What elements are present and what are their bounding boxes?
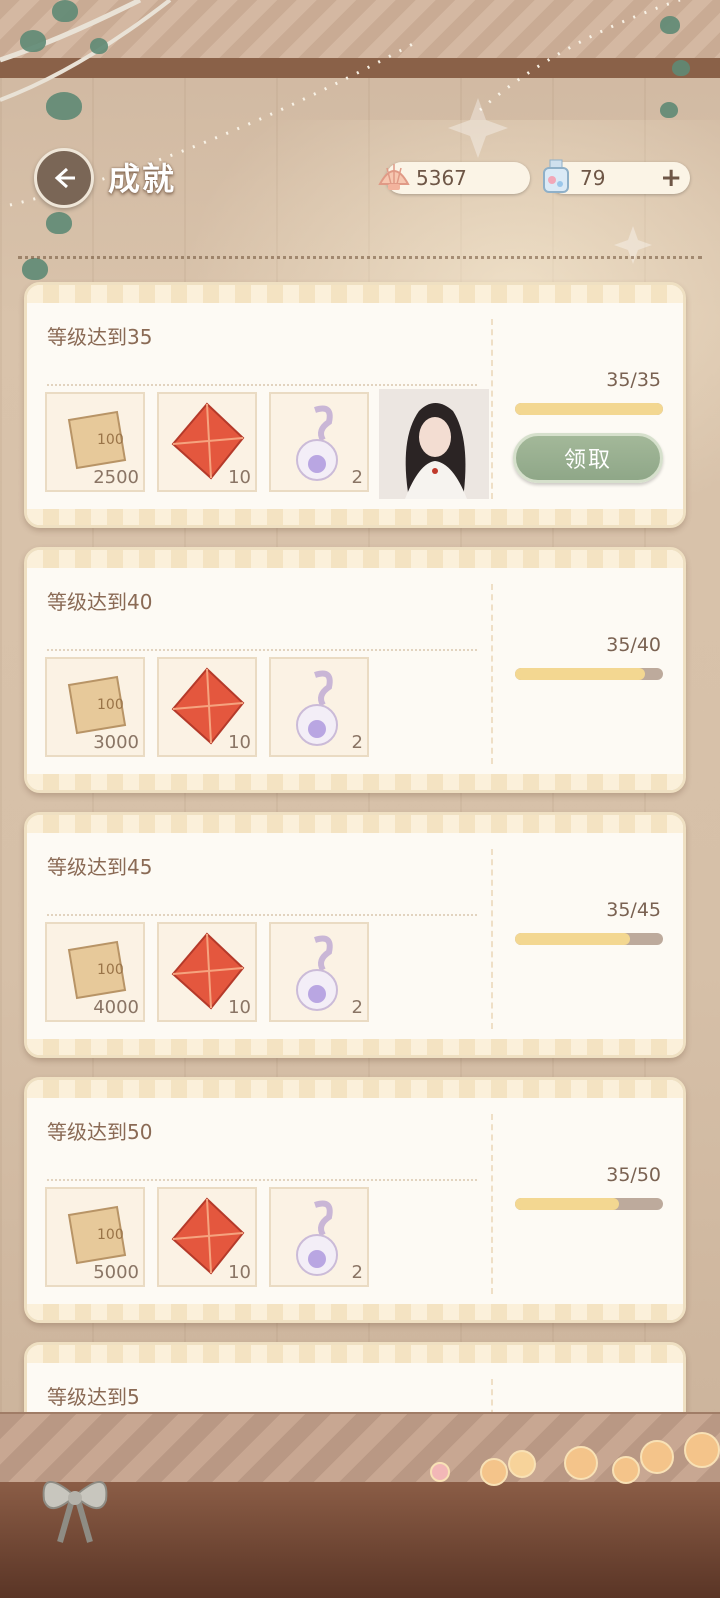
leaf-icon xyxy=(672,60,690,76)
svg-text:100: 100 xyxy=(97,432,124,448)
progress-text: 35/35 xyxy=(606,369,661,391)
leaf-icon xyxy=(90,38,108,54)
reward-pearl[interactable]: 2 xyxy=(269,1187,369,1287)
flower-icon xyxy=(640,1440,674,1474)
leaf-icon xyxy=(46,92,82,120)
reward-ticket[interactable]: 100 5000 xyxy=(45,1187,145,1287)
svg-text:100: 100 xyxy=(97,962,124,978)
card-lace xyxy=(27,1080,683,1098)
card-lace xyxy=(27,1304,683,1320)
reward-crystal[interactable]: 10 xyxy=(157,1187,257,1287)
reward-quantity: 2 xyxy=(351,997,363,1018)
achievement-card: 等级达到45 100 4000 10 2 35/45 xyxy=(24,812,686,1058)
reward-quantity: 2 xyxy=(351,1262,363,1283)
card-lace xyxy=(27,509,683,525)
achievement-title: 等级达到45 xyxy=(47,855,153,879)
card-divider xyxy=(47,384,477,386)
shell-icon xyxy=(378,164,410,190)
leaf-icon xyxy=(52,0,78,22)
card-separator xyxy=(491,584,493,764)
reward-ticket[interactable]: 100 2500 xyxy=(45,392,145,492)
reward-quantity: 5000 xyxy=(93,1262,139,1283)
reward-pearl[interactable]: 2 xyxy=(269,657,369,757)
svg-text:100: 100 xyxy=(97,1227,124,1243)
reward-quantity: 10 xyxy=(228,1262,251,1283)
bottle-count: 79 xyxy=(580,166,606,190)
achievement-title: 等级达到5 xyxy=(47,1385,140,1409)
reward-quantity: 10 xyxy=(228,997,251,1018)
leaf-icon xyxy=(20,30,46,52)
back-button[interactable] xyxy=(34,148,94,208)
vine-decoration xyxy=(0,0,681,264)
flower-icon xyxy=(430,1462,450,1482)
reward-quantity: 10 xyxy=(228,732,251,753)
reward-quantity: 10 xyxy=(228,467,251,488)
progress-text: 35/50 xyxy=(606,1164,661,1186)
flower-icon xyxy=(508,1450,536,1478)
reward-crystal[interactable]: 10 xyxy=(157,922,257,1022)
progress-bar xyxy=(515,668,663,680)
progress-bar xyxy=(515,933,663,945)
character-icon xyxy=(379,389,489,499)
header-divider xyxy=(18,256,702,259)
card-separator xyxy=(491,319,493,499)
flower-icon xyxy=(684,1432,720,1468)
shell-count: 5367 xyxy=(416,166,467,190)
progress-text: 35/40 xyxy=(606,634,661,656)
card-divider xyxy=(47,914,477,916)
flower-icon xyxy=(480,1458,508,1486)
progress-text: 35/45 xyxy=(606,899,661,921)
currency-shell: 5367 xyxy=(378,162,530,194)
progress-fill xyxy=(515,1198,619,1210)
achievement-card: 等级达到50 100 5000 10 2 35/50 xyxy=(24,1077,686,1323)
card-divider xyxy=(47,1179,477,1181)
reward-crystal[interactable]: 10 xyxy=(157,392,257,492)
achievement-title: 等级达到35 xyxy=(47,325,153,349)
progress-bar xyxy=(515,403,663,415)
flower-icon xyxy=(564,1446,598,1480)
claim-button[interactable]: 领取 xyxy=(513,433,663,483)
reward-ticket[interactable]: 100 4000 xyxy=(45,922,145,1022)
card-lace xyxy=(27,774,683,790)
leaf-icon xyxy=(660,102,678,118)
achievement-card: 等级达到40 100 3000 10 2 35/40 xyxy=(24,547,686,793)
achievement-title: 等级达到50 xyxy=(47,1120,153,1144)
page-title: 成就 xyxy=(108,160,177,198)
reward-quantity: 2 xyxy=(351,467,363,488)
card-lace xyxy=(27,1039,683,1055)
leaf-icon xyxy=(46,212,72,234)
card-lace xyxy=(27,815,683,833)
achievement-card: 等级达到35 100 2500 10 2 35/35 领取 xyxy=(24,282,686,528)
reward-quantity: 4000 xyxy=(93,997,139,1018)
leaf-icon xyxy=(660,16,680,34)
progress-bar xyxy=(515,1198,663,1210)
flower-icon xyxy=(612,1456,640,1484)
progress-fill xyxy=(515,933,631,945)
card-separator xyxy=(491,1114,493,1294)
bottle-icon xyxy=(543,159,569,193)
card-lace xyxy=(27,285,683,303)
bow-icon xyxy=(42,1481,108,1543)
back-arrow-icon xyxy=(54,167,75,189)
currency-bottle: 79 + xyxy=(543,159,690,194)
leaf-icon xyxy=(22,258,48,280)
card-separator xyxy=(491,849,493,1029)
reward-pearl[interactable]: 2 xyxy=(269,922,369,1022)
card-divider xyxy=(47,649,477,651)
add-currency-button[interactable]: + xyxy=(660,163,682,193)
character-portrait[interactable] xyxy=(379,389,489,499)
card-lace xyxy=(27,1345,683,1363)
reward-crystal[interactable]: 10 xyxy=(157,657,257,757)
progress-fill xyxy=(515,403,663,415)
achievement-title: 等级达到40 xyxy=(47,590,153,614)
progress-fill xyxy=(515,668,645,680)
card-lace xyxy=(27,550,683,568)
reward-quantity: 2500 xyxy=(93,467,139,488)
reward-pearl[interactable]: 2 xyxy=(269,392,369,492)
reward-quantity: 2 xyxy=(351,732,363,753)
reward-ticket[interactable]: 100 3000 xyxy=(45,657,145,757)
reward-quantity: 3000 xyxy=(93,732,139,753)
svg-text:100: 100 xyxy=(97,697,124,713)
